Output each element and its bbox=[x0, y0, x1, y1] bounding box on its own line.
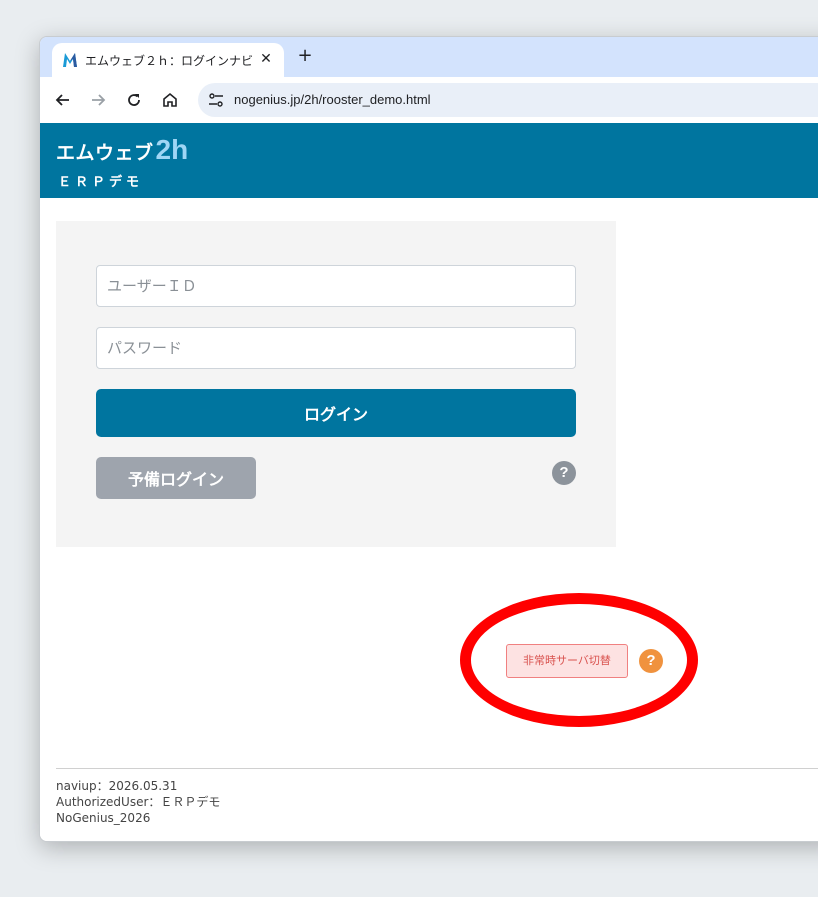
forward-arrow-icon bbox=[92, 94, 106, 106]
site-favicon-icon bbox=[63, 53, 77, 67]
forward-button[interactable] bbox=[87, 89, 109, 111]
browser-toolbar: nogenius.jp/2h/rooster_demo.html bbox=[40, 77, 818, 123]
home-icon bbox=[163, 92, 177, 107]
tab-strip: エムウェブ２ｈ：ログインナビ ✕ + bbox=[40, 37, 818, 77]
password-input[interactable] bbox=[96, 327, 576, 369]
annotation-highlight-ellipse bbox=[460, 593, 698, 727]
header-banner: エムウェブ2h ＥＲＰデモ bbox=[40, 123, 818, 198]
page-content: エムウェブ2h ＥＲＰデモ ログイン 予備ログイン ? 非常時サーバ切替 ? n… bbox=[40, 123, 818, 841]
reload-icon bbox=[128, 94, 140, 106]
brand-2h-text: 2h bbox=[155, 134, 189, 165]
home-button[interactable] bbox=[159, 89, 181, 111]
reload-button[interactable] bbox=[123, 89, 145, 111]
plus-icon[interactable]: + bbox=[296, 46, 314, 66]
login-panel: ログイン 予備ログイン ? bbox=[56, 221, 616, 547]
backup-login-button[interactable]: 予備ログイン bbox=[96, 457, 256, 499]
footer-authorized-user: AuthorizedUser：ＥＲＰデモ bbox=[56, 795, 221, 809]
url-text: nogenius.jp/2h/rooster_demo.html bbox=[234, 92, 431, 107]
brand-logo: エムウェブ2h ＥＲＰデモ bbox=[56, 134, 189, 190]
back-arrow-icon bbox=[55, 94, 69, 106]
browser-window: エムウェブ２ｈ：ログインナビ ✕ + nogenius.jp/2h/rooste… bbox=[39, 36, 818, 842]
login-button[interactable]: ログイン bbox=[96, 389, 576, 437]
tab-title: エムウェブ２ｈ：ログインナビ bbox=[85, 54, 254, 68]
help-icon[interactable]: ? bbox=[552, 461, 576, 485]
brand-main-text: エムウェブ bbox=[56, 142, 154, 164]
footer-naviup: naviup：2026.05.31 bbox=[56, 779, 178, 793]
userid-input[interactable] bbox=[96, 265, 576, 307]
close-icon[interactable]: ✕ bbox=[258, 50, 274, 68]
tab-active[interactable]: エムウェブ２ｈ：ログインナビ ✕ bbox=[52, 43, 284, 77]
footer-copyright: NoGenius_2026 bbox=[56, 811, 151, 825]
footer-divider bbox=[56, 768, 818, 769]
back-button[interactable] bbox=[52, 89, 74, 111]
footer: naviup：2026.05.31 AuthorizedUser：ＥＲＰデモ N… bbox=[56, 778, 220, 826]
address-bar[interactable]: nogenius.jp/2h/rooster_demo.html bbox=[198, 83, 818, 117]
site-settings-icon[interactable] bbox=[208, 92, 224, 108]
brand-subtitle: ＥＲＰデモ bbox=[58, 175, 144, 190]
